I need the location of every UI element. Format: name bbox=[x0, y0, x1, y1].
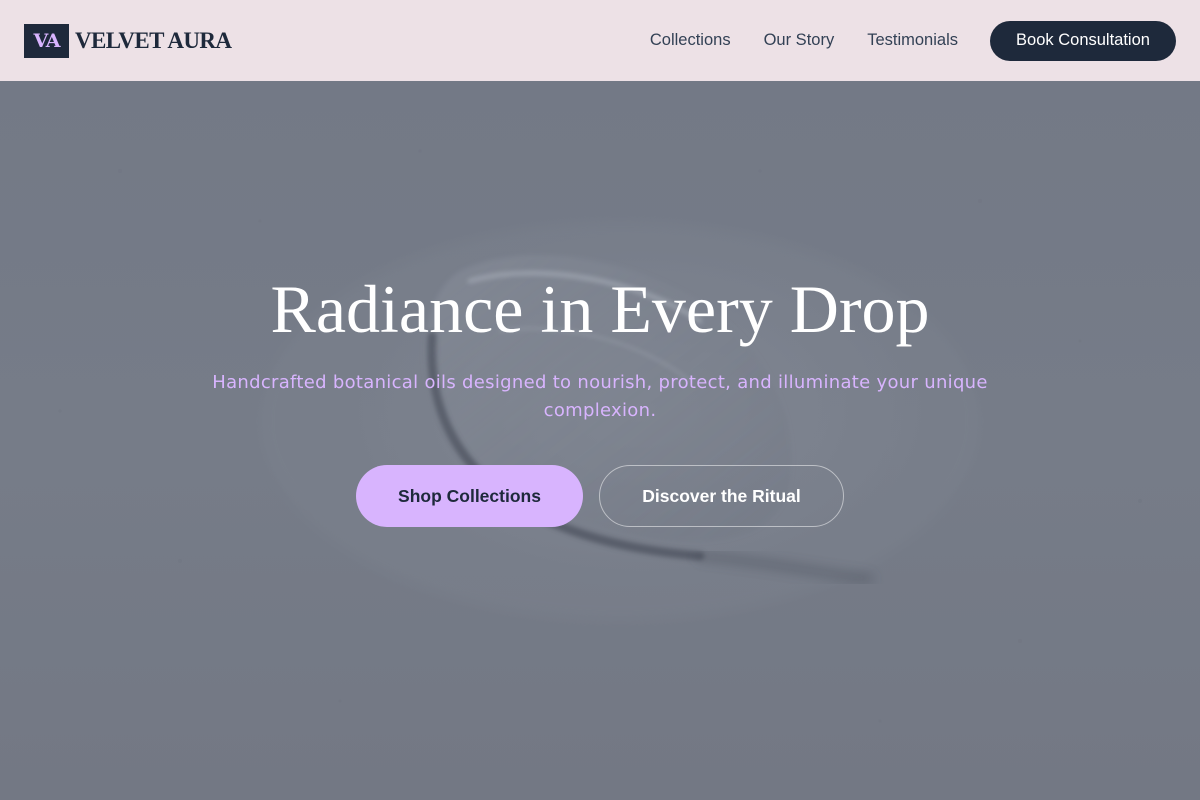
site-header: VA VELVET AURA Collections Our Story Tes… bbox=[0, 0, 1200, 81]
hero-content: Radiance in Every Drop Handcrafted botan… bbox=[0, 81, 1200, 800]
hero-title: Radiance in Every Drop bbox=[270, 271, 930, 347]
shop-collections-button[interactable]: Shop Collections bbox=[356, 465, 583, 527]
discover-ritual-button[interactable]: Discover the Ritual bbox=[599, 465, 844, 527]
book-consultation-button[interactable]: Book Consultation bbox=[990, 20, 1176, 61]
nav-link-testimonials[interactable]: Testimonials bbox=[867, 31, 958, 50]
main-nav: Collections Our Story Testimonials Book … bbox=[650, 20, 1176, 61]
brand-badge: VA bbox=[24, 23, 69, 58]
hero-section: Radiance in Every Drop Handcrafted botan… bbox=[0, 81, 1200, 800]
nav-link-collections[interactable]: Collections bbox=[650, 31, 731, 50]
brand-logo[interactable]: VA VELVET AURA bbox=[24, 23, 232, 58]
nav-link-our-story[interactable]: Our Story bbox=[764, 31, 835, 50]
hero-actions: Shop Collections Discover the Ritual bbox=[0, 465, 1200, 527]
hero-subtitle: Handcrafted botanical oils designed to n… bbox=[212, 372, 988, 421]
brand-name: VELVET AURA bbox=[75, 27, 232, 53]
